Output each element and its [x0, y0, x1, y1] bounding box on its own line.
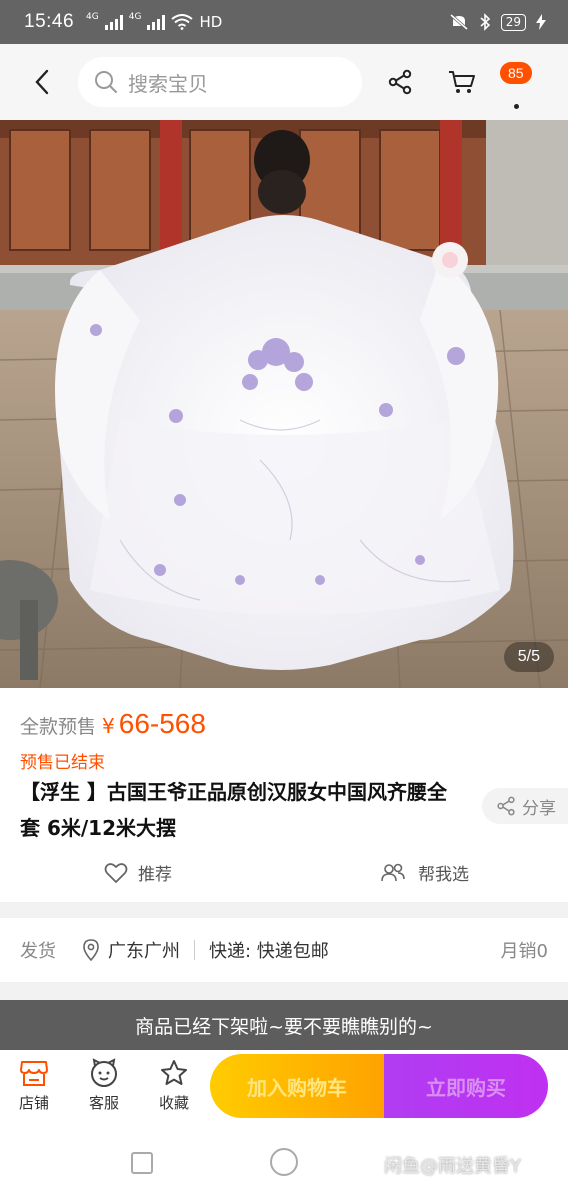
help-choose-label: 帮我选: [418, 865, 469, 885]
search-input[interactable]: 搜索宝贝: [78, 57, 362, 107]
more-dot-icon: [514, 104, 519, 109]
chevron-left-icon: [35, 69, 49, 95]
store-tab[interactable]: 店铺: [8, 1058, 60, 1113]
service-face-icon: [91, 1058, 117, 1087]
heart-icon: [104, 862, 128, 883]
system-navigation-bar: 闲鱼@雨送黄昏Y: [0, 1124, 568, 1200]
network-indicators: 4G 4G HD: [86, 12, 223, 32]
cart-button[interactable]: [440, 60, 484, 104]
signal-icon: [104, 14, 123, 30]
top-navigation: 搜索宝贝 85: [0, 44, 568, 120]
more-menu-button[interactable]: 85: [500, 60, 540, 109]
battery-icon: 29: [500, 13, 526, 31]
price-value: 66-568: [118, 708, 206, 739]
shipping-label: 发货: [20, 941, 56, 962]
star-icon: [161, 1060, 187, 1085]
search-placeholder: 搜索宝贝: [128, 71, 208, 96]
recent-apps-button[interactable]: [131, 1152, 153, 1174]
monthly-sales: 月销0: [500, 941, 548, 962]
currency-symbol: ¥: [102, 714, 115, 738]
location-icon: [82, 939, 100, 961]
network-type-1: 4G: [86, 12, 99, 22]
bluetooth-icon: [480, 13, 490, 31]
cart-icon: [449, 71, 475, 93]
shipping-location: 广东广州: [108, 941, 180, 962]
shipping-row: 发货 广东广州 快递: 快递包邮 月销0: [0, 918, 568, 982]
recommend-label: 推荐: [138, 865, 172, 885]
recommend-button[interactable]: 推荐: [104, 860, 172, 885]
hd-indicator: HD: [199, 13, 223, 31]
product-image[interactable]: 5/5: [0, 120, 568, 688]
delivery-method: 快递: 快递包邮: [209, 941, 329, 962]
store-icon: [20, 1061, 48, 1086]
share-icon: [497, 796, 515, 816]
customer-service-tab[interactable]: 客服: [78, 1058, 130, 1113]
product-photo: [0, 120, 568, 688]
image-counter: 5/5: [503, 642, 554, 672]
home-button[interactable]: [270, 1148, 298, 1176]
bottom-action-bar: 店铺 客服 收藏 加入购物车 立即购买: [0, 1050, 568, 1124]
divider: [194, 940, 195, 960]
watermark: 闲鱼@雨送黄昏Y: [384, 1156, 521, 1177]
store-label: 店铺: [18, 1094, 49, 1112]
status-right: 29: [449, 13, 546, 31]
status-time: 15:46: [24, 11, 75, 32]
product-info-card: 全款预售 ¥ 66-568 预售已结束 【浮生 】古国王爷正品原创汉服女中国风齐…: [0, 688, 568, 902]
price-label: 全款预售: [20, 716, 97, 738]
add-to-cart-button[interactable]: 加入购物车: [210, 1054, 384, 1118]
share-pill-button[interactable]: 分享: [482, 788, 568, 824]
offline-notice-banner: 商品已经下架啦~要不要瞧瞧别的~: [0, 1000, 568, 1050]
service-label: 客服: [88, 1094, 119, 1112]
search-icon: [95, 71, 117, 93]
buy-now-button[interactable]: 立即购买: [384, 1054, 548, 1118]
people-icon: [381, 863, 405, 881]
share-icon: [388, 69, 412, 95]
favorite-label: 收藏: [158, 1094, 189, 1112]
message-count-badge: 85: [500, 62, 532, 84]
product-title: 【浮生 】古国王爷正品原创汉服女中国风齐腰全套 6米/12米大摆: [20, 780, 447, 840]
price-row: 全款预售 ¥ 66-568: [20, 708, 206, 740]
favorite-tab[interactable]: 收藏: [148, 1058, 200, 1113]
help-choose-button[interactable]: 帮我选: [380, 860, 469, 885]
charging-icon: [536, 14, 546, 30]
signal-icon-2: [147, 14, 166, 30]
share-button[interactable]: [378, 60, 422, 104]
back-button[interactable]: [22, 62, 62, 102]
share-label: 分享: [522, 798, 556, 819]
mute-icon: [449, 13, 468, 31]
status-bar: 15:46 4G 4G HD 29: [0, 0, 568, 44]
network-type-2: 4G: [128, 12, 142, 22]
wifi-icon: [171, 14, 194, 30]
presale-status: 预售已结束: [20, 753, 105, 773]
